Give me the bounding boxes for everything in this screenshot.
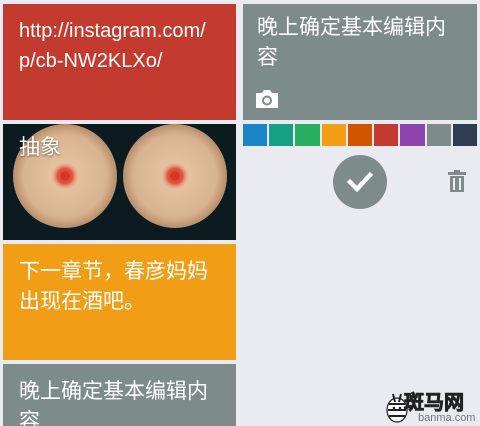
- note-editor-card[interactable]: 晚上确定基本编辑内容: [243, 4, 477, 120]
- checkmark-icon: [346, 171, 374, 193]
- note-card-image[interactable]: 抽象: [3, 124, 236, 240]
- note-card-gray[interactable]: 晚上确定基本编辑内容: [3, 364, 236, 426]
- watermark-text: 斑马网: [404, 390, 465, 415]
- color-swatch[interactable]: [400, 124, 425, 146]
- note-card-link[interactable]: http://instagram.com/p/cb-NW2KLXo/: [3, 4, 236, 120]
- trash-icon[interactable]: [447, 170, 467, 192]
- color-swatch[interactable]: [374, 124, 399, 146]
- note-card-text: 晚上确定基本编辑内容: [19, 379, 208, 426]
- color-palette: [243, 124, 477, 146]
- color-swatch[interactable]: [452, 124, 477, 146]
- color-swatch[interactable]: [243, 124, 268, 146]
- confirm-button[interactable]: [333, 155, 387, 209]
- note-editor-text[interactable]: 晚上确定基本编辑内容: [257, 12, 463, 72]
- color-swatch[interactable]: [426, 124, 451, 146]
- watermark: 斑马网 banma.com: [384, 386, 476, 426]
- color-swatch[interactable]: [321, 124, 346, 146]
- color-swatch[interactable]: [269, 124, 294, 146]
- camera-icon[interactable]: [254, 88, 280, 110]
- note-card-title: 抽象: [19, 135, 61, 159]
- note-card-orange[interactable]: 下一章节，春彦妈妈出现在酒吧。: [3, 244, 236, 360]
- color-swatch[interactable]: [347, 124, 373, 146]
- watermark-url: banma.com: [418, 412, 476, 424]
- color-swatch[interactable]: [295, 124, 320, 146]
- note-card-text: http://instagram.com/p/cb-NW2KLXo/: [19, 20, 206, 72]
- note-card-text: 下一章节，春彦妈妈出现在酒吧。: [19, 259, 208, 313]
